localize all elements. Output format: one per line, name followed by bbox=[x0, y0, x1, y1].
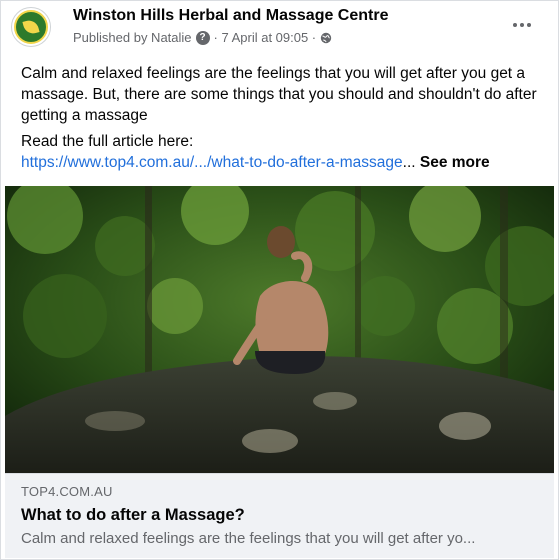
post-body: Calm and relaxed feelings are the feelin… bbox=[21, 63, 546, 126]
publisher-label: Published by Natalie bbox=[73, 30, 192, 45]
preview-description: Calm and relaxed feelings are the feelin… bbox=[21, 530, 476, 547]
post-meta: Published by Natalie ? · 7 April at 09:0… bbox=[73, 30, 332, 45]
forest-massage-photo bbox=[5, 186, 554, 473]
read-more-block: Read the full article here: https://www.… bbox=[21, 131, 551, 173]
help-icon[interactable]: ? bbox=[195, 30, 210, 45]
post-image[interactable] bbox=[5, 186, 554, 473]
link-preview[interactable]: TOP4.COM.AU What to do after a Massage? … bbox=[5, 473, 554, 558]
logo-icon bbox=[14, 10, 48, 44]
more-options-button[interactable] bbox=[508, 15, 536, 35]
page-avatar[interactable] bbox=[11, 7, 51, 47]
post-date[interactable]: · 7 April at 09:05 · bbox=[214, 30, 317, 45]
preview-domain: TOP4.COM.AU bbox=[21, 484, 113, 499]
read-label: Read the full article here: bbox=[21, 133, 194, 150]
globe-icon bbox=[320, 32, 332, 43]
post-text: Calm and relaxed feelings are the feelin… bbox=[21, 65, 537, 124]
link-ellipsis: ... bbox=[402, 154, 416, 171]
see-more-button[interactable]: See more bbox=[420, 154, 490, 171]
preview-title[interactable]: What to do after a Massage? bbox=[21, 506, 245, 525]
ellipsis-icon bbox=[513, 23, 517, 27]
page-name-link[interactable]: Winston Hills Herbal and Massage Centre bbox=[73, 7, 388, 25]
article-link[interactable]: https://www.top4.com.au/.../what-to-do-a… bbox=[21, 154, 403, 171]
post-card: Winston Hills Herbal and Massage Centre … bbox=[0, 0, 559, 560]
